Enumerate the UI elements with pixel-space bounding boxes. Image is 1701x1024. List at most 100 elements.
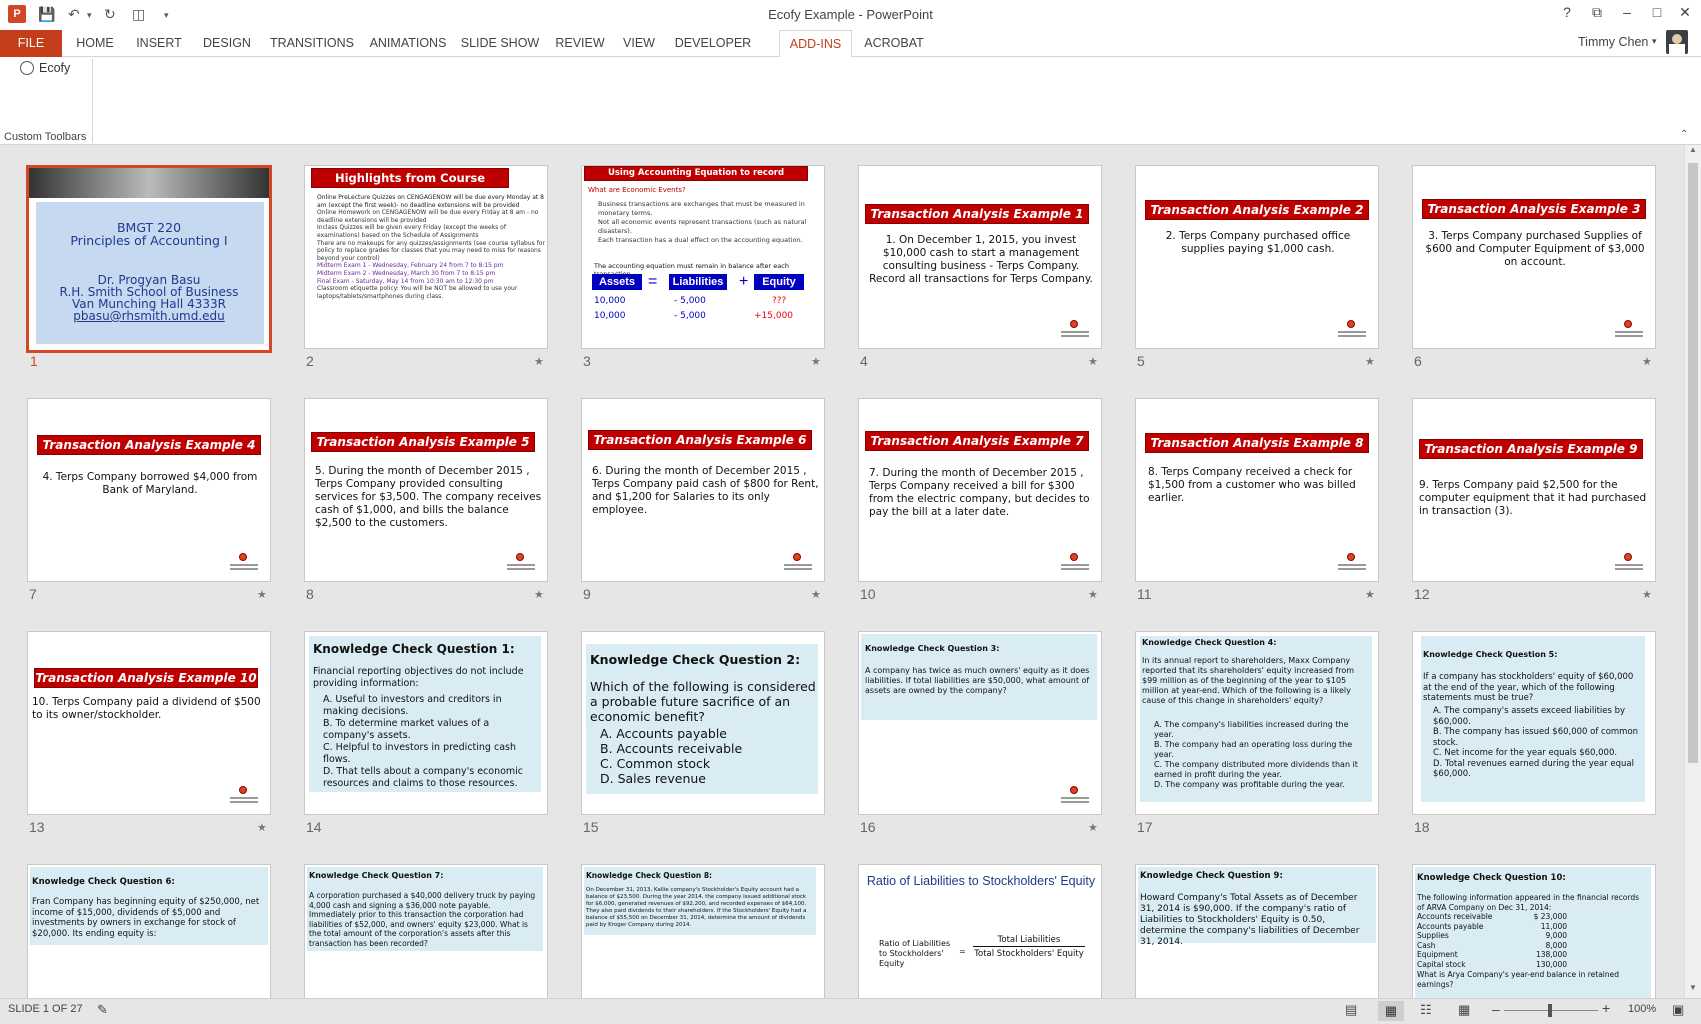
star-icon[interactable]: ★ — [1088, 588, 1098, 601]
star-icon[interactable]: ★ — [257, 588, 267, 601]
slide-number: 4 — [860, 353, 868, 369]
slide-thumbnail-7[interactable]: Transaction Analysis Example 4 4. Terps … — [27, 398, 271, 582]
slide-thumbnail-17[interactable]: Knowledge Check Question 4: In its annua… — [1135, 631, 1379, 815]
group-separator — [92, 59, 93, 143]
tab-animations[interactable]: ANIMATIONS — [366, 30, 450, 57]
tab-view[interactable]: VIEW — [616, 30, 662, 57]
fit-slide-icon[interactable]: ▣ — [1672, 1002, 1684, 1018]
slide-number: 17 — [1137, 819, 1153, 835]
tab-developer[interactable]: DEVELOPER — [670, 30, 756, 57]
tab-design[interactable]: DESIGN — [196, 30, 258, 57]
slide-sorter: ▲ ▼ BMGT 220 Principles of Accounting I … — [0, 145, 1701, 998]
slide-number: 5 — [1137, 353, 1145, 369]
slide-sorter-view-icon[interactable]: ▦ — [1378, 1001, 1404, 1021]
tab-review[interactable]: REVIEW — [550, 30, 610, 57]
slide-thumbnail-3[interactable]: Using Accounting Equation to record econ… — [581, 165, 825, 349]
star-icon[interactable]: ★ — [811, 588, 821, 601]
globe-icon — [20, 61, 34, 75]
slide-number: 11 — [1137, 586, 1152, 602]
scroll-thumb[interactable] — [1688, 163, 1698, 763]
scrollbar[interactable]: ▲ ▼ — [1684, 145, 1701, 998]
status-bar: SLIDE 1 OF 27 ✎ ▤ ▦ ☷ ▦ – + 100% ▣ — [0, 998, 1701, 1024]
tab-acrobat[interactable]: ACROBAT — [860, 30, 928, 57]
slide-thumbnail-23[interactable]: Knowledge Check Question 9: Howard Compa… — [1135, 864, 1379, 998]
normal-view-icon[interactable]: ▤ — [1345, 1002, 1357, 1018]
slide-show-icon[interactable]: ▦ — [1458, 1002, 1470, 1018]
slide-thumbnail-8[interactable]: Transaction Analysis Example 5 5. During… — [304, 398, 548, 582]
scroll-up-icon[interactable]: ▲ — [1689, 145, 1697, 154]
slide-thumbnail-13[interactable]: Transaction Analysis Example 10 10. Terp… — [27, 631, 271, 815]
slide-thumbnail-9[interactable]: Transaction Analysis Example 6 6. During… — [581, 398, 825, 582]
slide-thumbnail-18[interactable]: Knowledge Check Question 5: If a company… — [1412, 631, 1656, 815]
slide-thumbnail-15[interactable]: Knowledge Check Question 2: Which of the… — [581, 631, 825, 815]
slide-number: 18 — [1414, 819, 1430, 835]
star-icon[interactable]: ★ — [811, 355, 821, 368]
slide-thumbnail-12[interactable]: Transaction Analysis Example 9 9. Terps … — [1412, 398, 1656, 582]
slide-thumbnail-20[interactable]: Knowledge Check Question 7: A corporatio… — [304, 864, 548, 998]
help-button[interactable]: ? — [1552, 4, 1582, 20]
group-label: Custom Toolbars — [4, 131, 87, 143]
window-title: Ecofy Example - PowerPoint — [768, 7, 933, 22]
star-icon[interactable]: ★ — [1642, 588, 1652, 601]
scroll-down-icon[interactable]: ▼ — [1689, 983, 1697, 992]
slide-thumbnail-4[interactable]: Transaction Analysis Example 1 1. On Dec… — [858, 165, 1102, 349]
slide-thumbnail-21[interactable]: Knowledge Check Question 8: On December … — [581, 864, 825, 998]
reading-view-icon[interactable]: ☷ — [1420, 1002, 1432, 1018]
user-dropdown-icon[interactable]: ▾ — [1652, 36, 1657, 47]
slide-thumbnail-11[interactable]: Transaction Analysis Example 8 8. Terps … — [1135, 398, 1379, 582]
slide-thumbnail-2[interactable]: Highlights from Course Syllabus: Online … — [304, 165, 548, 349]
star-icon[interactable]: ★ — [1365, 355, 1375, 368]
slide-thumbnail-6[interactable]: Transaction Analysis Example 3 3. Terps … — [1412, 165, 1656, 349]
zoom-out-icon[interactable]: – — [1492, 1001, 1500, 1017]
minimize-icon[interactable]: – — [1612, 4, 1642, 20]
maximize-icon[interactable]: □ — [1642, 4, 1672, 20]
star-icon[interactable]: ★ — [1642, 355, 1652, 368]
slide-number: 13 — [29, 819, 45, 835]
tab-transitions[interactable]: TRANSITIONS — [266, 30, 358, 57]
slide-thumbnail-1[interactable]: BMGT 220 Principles of Accounting I Dr. … — [26, 165, 272, 353]
slide-thumbnail-22[interactable]: Ratio of Liabilities to Stockholders' Eq… — [858, 864, 1102, 998]
tab-file[interactable]: FILE — [0, 30, 62, 57]
ribbon-display-options-icon[interactable]: ⧉ — [1582, 4, 1612, 21]
star-icon[interactable]: ★ — [534, 588, 544, 601]
ribbon: Ecofy Custom Toolbars ⌃ — [0, 57, 1701, 145]
star-icon[interactable]: ★ — [1088, 821, 1098, 834]
slide-number: 8 — [306, 586, 314, 602]
user-name[interactable]: Timmy Chen — [1578, 35, 1648, 49]
avatar[interactable] — [1666, 30, 1688, 54]
collapse-ribbon-icon[interactable]: ⌃ — [1680, 129, 1688, 140]
slide-number: 6 — [1414, 353, 1422, 369]
slide-counter: SLIDE 1 OF 27 — [8, 1003, 83, 1015]
star-icon[interactable]: ★ — [1365, 588, 1375, 601]
slide-number: 3 — [583, 353, 591, 369]
tab-slide-show[interactable]: SLIDE SHOW — [458, 30, 542, 57]
slide-thumbnail-10[interactable]: Transaction Analysis Example 7 7. During… — [858, 398, 1102, 582]
ecofy-button[interactable]: Ecofy — [39, 61, 70, 75]
slide-thumbnail-16[interactable]: Knowledge Check Question 3: A company ha… — [858, 631, 1102, 815]
star-icon[interactable]: ★ — [257, 821, 267, 834]
tab-insert[interactable]: INSERT — [130, 30, 188, 57]
slide-number: 10 — [860, 586, 876, 602]
slide-number: 7 — [29, 586, 37, 602]
close-icon[interactable]: ✕ — [1670, 4, 1700, 21]
slide-number: 16 — [860, 819, 876, 835]
zoom-level[interactable]: 100% — [1628, 1003, 1656, 1015]
notes-icon[interactable]: ✎ — [97, 1002, 108, 1018]
star-icon[interactable]: ★ — [1088, 355, 1098, 368]
slide-number: 1 — [30, 353, 38, 369]
slide-thumbnail-14[interactable]: Knowledge Check Question 1: Financial re… — [304, 631, 548, 815]
slide-number: 12 — [1414, 586, 1430, 602]
tab-add-ins[interactable]: ADD-INS — [779, 30, 852, 58]
zoom-slider-thumb[interactable] — [1548, 1004, 1552, 1017]
zoom-in-icon[interactable]: + — [1602, 1000, 1610, 1016]
slide-number: 9 — [583, 586, 591, 602]
star-icon[interactable]: ★ — [534, 355, 544, 368]
slide-thumbnail-5[interactable]: Transaction Analysis Example 2 2. Terps … — [1135, 165, 1379, 349]
slide-thumbnail-24[interactable]: Knowledge Check Question 10: The followi… — [1412, 864, 1656, 998]
slide-number: 14 — [306, 819, 322, 835]
slide-number: 15 — [583, 819, 599, 835]
title-bar: P 💾 ↶ ▾ ↻ ◫ ▾ Ecofy Example - PowerPoint… — [0, 0, 1701, 30]
slide-thumbnail-19[interactable]: Knowledge Check Question 6: Fran Company… — [27, 864, 271, 998]
tab-home[interactable]: HOME — [66, 30, 124, 57]
slide-number: 2 — [306, 353, 314, 369]
